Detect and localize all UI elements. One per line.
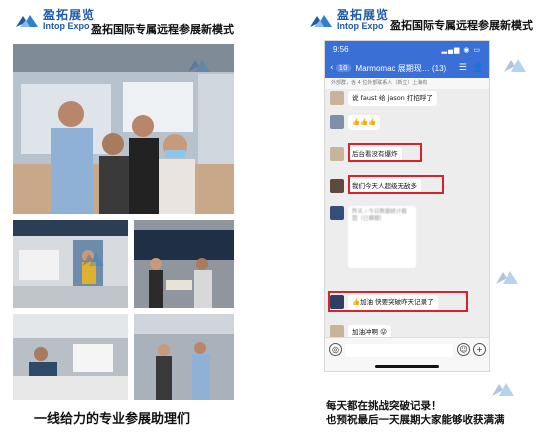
avatar[interactable]: [330, 179, 344, 193]
phone-screenshot: 9:56 ▂▄▆ ◉ ▭ ‹ 10 Marmomac 展期现… (13) ☰ 👤…: [324, 40, 490, 372]
watermark-logo-icon: [504, 59, 526, 72]
avatar[interactable]: [330, 115, 344, 129]
chat-message: 说 faust 给 jason 打招呼了: [330, 91, 437, 106]
back-chevron-icon[interactable]: ‹: [330, 63, 334, 73]
highlight-box: [328, 291, 468, 312]
watermark-logo-icon: [82, 253, 104, 266]
chat-title: Marmomac 展期现… (13): [355, 63, 447, 73]
voice-icon[interactable]: ◎: [329, 343, 342, 356]
highlight-box: [348, 175, 444, 194]
message-input[interactable]: [345, 344, 453, 357]
watermark-logo-icon: [496, 271, 518, 284]
home-indicator: [375, 365, 439, 368]
message-bubble: 👍👍👍: [348, 115, 381, 130]
highlight-box: [348, 143, 422, 162]
avatar[interactable]: [330, 147, 344, 161]
logo-en-text: Intop Expo: [43, 21, 90, 31]
avatar[interactable]: [330, 91, 344, 105]
booth-photo-1: [13, 220, 128, 308]
left-header-title: 盈拓国际专属远程参展新模式: [91, 23, 234, 36]
group-members-icon[interactable]: 👤: [473, 63, 484, 73]
brand-logo-right: 盈拓展览 Intop Expo: [308, 9, 389, 31]
brand-logo: 盈拓展览 Intop Expo: [14, 9, 95, 31]
group-subtitle: 外部群，含 4 位外部联系人（新立）上海有: [325, 78, 489, 89]
chat-nav-bar: ‹ 10 Marmomac 展期现… (13) ☰ 👤: [325, 58, 489, 78]
left-bottom-caption: 一线给力的专业参展助理们: [34, 412, 191, 427]
chat-input-bar: ◎ ☺ +: [325, 337, 489, 371]
watermark-logo-icon: [188, 59, 210, 72]
plus-icon[interactable]: +: [473, 343, 486, 356]
logo-cn-text: 盈拓展览: [337, 8, 390, 22]
status-icons: ▂▄▆ ◉ ▭: [441, 46, 481, 54]
watermark-logo-icon: [492, 383, 514, 396]
right-caption-line2: 也预祝最后一天展期大家能够收获满满: [326, 414, 505, 426]
logo-mark-icon: [14, 12, 40, 29]
right-header-title: 盈拓国际专属远程参展新模式: [390, 19, 533, 32]
left-panel: 盈拓展览 Intop Expo 盈拓国际专属远程参展新模式 一线给力的专业参展助…: [0, 0, 270, 445]
chat-message: 昨天 / 今日数据统计截图（已模糊）: [330, 206, 416, 268]
logo-cn-text: 盈拓展览: [43, 8, 96, 22]
chat-messages: 说 faust 给 jason 打招呼了 👍👍👍 后台看没有爆炸 我们今天人超级…: [325, 89, 489, 349]
chat-message: 👍👍👍: [330, 115, 381, 130]
emoji-icon[interactable]: ☺: [457, 343, 470, 356]
avatar[interactable]: [330, 206, 344, 220]
unread-count-badge[interactable]: 10: [335, 64, 351, 72]
booth-photo-2: [134, 220, 234, 308]
right-caption-line1: 每天都在挑战突破记录！: [326, 400, 442, 412]
booth-photo-4: [134, 314, 234, 400]
message-bubble: 说 faust 给 jason 打招呼了: [348, 91, 437, 106]
status-bar: 9:56 ▂▄▆ ◉ ▭: [325, 41, 489, 58]
logo-mark-icon: [308, 12, 334, 29]
booth-photo-3: [13, 314, 128, 400]
stats-image-bubble[interactable]: 昨天 / 今日数据统计截图（已模糊）: [348, 206, 416, 268]
status-time: 9:56: [333, 45, 349, 54]
logo-en-text: Intop Expo: [337, 21, 384, 31]
menu-icon[interactable]: ☰: [459, 63, 467, 73]
